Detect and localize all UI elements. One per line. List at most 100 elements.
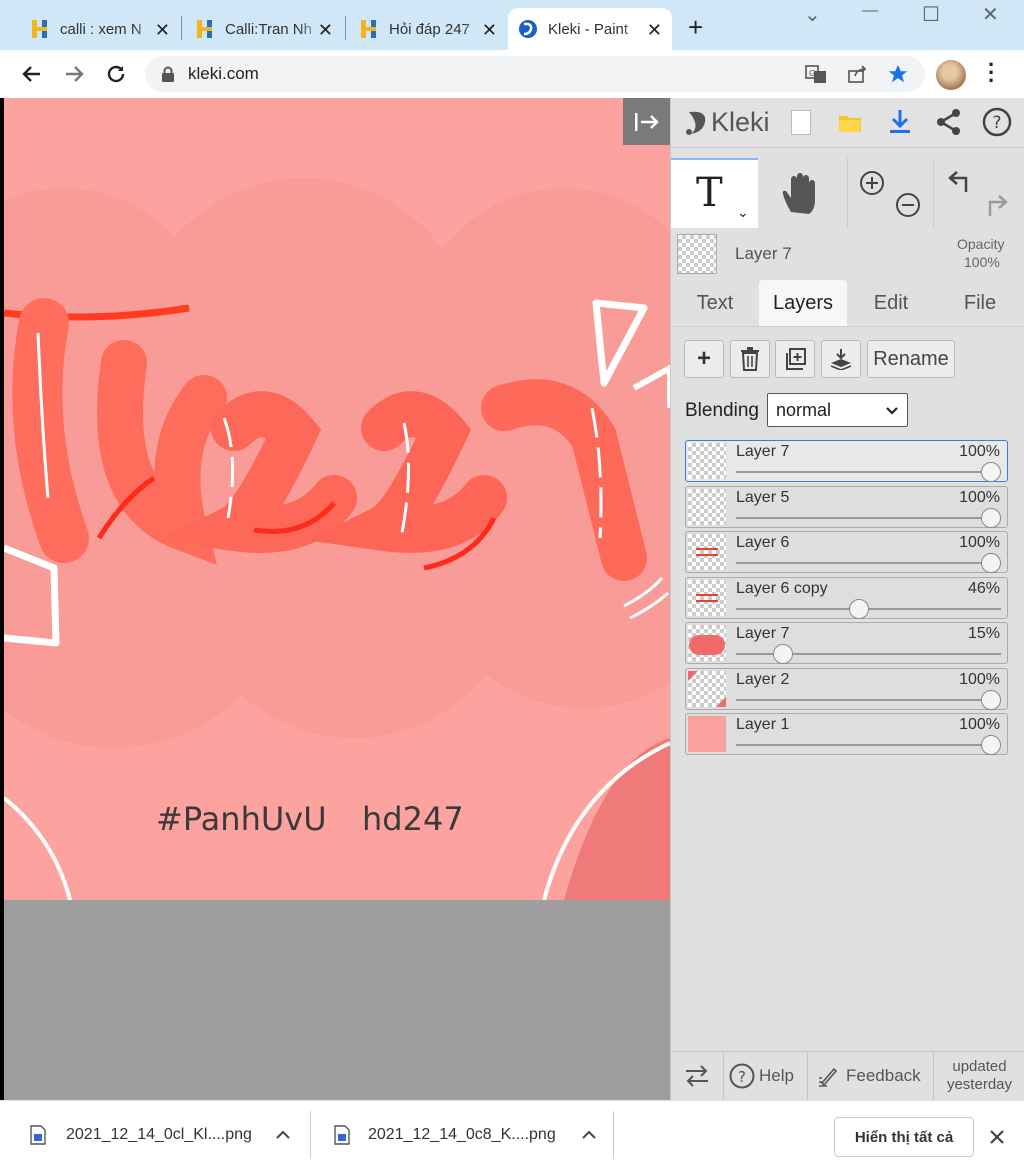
layer-opacity-value: 100%	[959, 443, 1000, 460]
feedback-label: Feedback	[846, 1066, 921, 1085]
layer-row[interactable]: Layer 1 100%	[685, 713, 1008, 755]
browser-tab[interactable]: calli : xem N ✕	[20, 8, 180, 50]
swap-side-button[interactable]	[671, 1052, 723, 1100]
download-item[interactable]: 2021_12_14_0cl_Kl....png	[30, 1101, 300, 1168]
chevron-down-icon[interactable]: ⌄	[737, 204, 749, 221]
layer-opacity-value: 100%	[959, 716, 1000, 733]
tab-close-icon[interactable]: ✕	[155, 20, 170, 41]
layer-opacity-slider[interactable]	[736, 698, 1001, 701]
add-layer-button[interactable]: +	[684, 340, 724, 378]
tab-file[interactable]: File	[935, 280, 1024, 326]
layer-row[interactable]: Layer 7 100%	[685, 440, 1008, 482]
layer-row[interactable]: Layer 6 copy 46%	[685, 576, 1008, 619]
omnibox[interactable]: kleki.com G	[145, 56, 925, 92]
tab-title: Hỏi đáp 247	[389, 20, 470, 38]
merge-down-button[interactable]	[821, 340, 861, 378]
layer-row[interactable]: Layer 2 100%	[685, 667, 1008, 710]
url-text[interactable]: kleki.com	[188, 64, 259, 84]
layer-row[interactable]: Layer 6 100%	[685, 531, 1008, 573]
tab-edit[interactable]: Edit	[847, 280, 935, 326]
download-separator	[310, 1111, 311, 1159]
changelog-button[interactable]: updated yesterday	[933, 1052, 1024, 1100]
layer-thumbnail	[688, 534, 726, 570]
browser-tab[interactable]: Calli:Tran Nh ✕	[185, 8, 343, 50]
layer-opacity-slider-handle[interactable]	[981, 689, 1001, 710]
layer-opacity-slider-handle[interactable]	[981, 507, 1001, 528]
tab-separator	[181, 16, 182, 40]
tab-text[interactable]: Text	[671, 280, 759, 326]
layer-name: Layer 2	[736, 670, 790, 688]
hoidap-H-icon	[197, 20, 212, 38]
canvas-backdrop	[4, 900, 670, 1100]
window-close-icon[interactable]: ✕	[982, 2, 999, 27]
lock-icon[interactable]	[161, 66, 175, 82]
duplicate-icon	[786, 348, 806, 370]
new-tab-button[interactable]: +	[688, 12, 703, 43]
tab-close-icon[interactable]: ✕	[647, 20, 662, 41]
minimize-icon[interactable]: —	[862, 2, 878, 20]
download-shelf: 2021_12_14_0cl_Kl....png 2021_12_14_0c8_…	[0, 1100, 1024, 1168]
translate-icon[interactable]: G	[805, 64, 827, 84]
layer-opacity-slider-handle[interactable]	[981, 553, 1001, 573]
redo-icon[interactable]	[981, 192, 1009, 220]
new-image-icon[interactable]	[791, 110, 811, 135]
maximize-icon[interactable]: ☐	[922, 2, 940, 27]
tab-search-icon[interactable]: ⌄	[804, 2, 821, 27]
show-all-downloads-button[interactable]: Hiển thị tất cả	[834, 1117, 974, 1157]
share-icon[interactable]	[935, 108, 963, 136]
feedback-button[interactable]: Feedback	[807, 1052, 933, 1100]
tab-close-icon[interactable]: ✕	[482, 20, 497, 41]
drawing-canvas[interactable]: #PanhUvU hd247	[4, 98, 670, 900]
layer-row[interactable]: Layer 7 15%	[685, 622, 1008, 664]
footer-divider	[671, 1051, 1024, 1052]
layer-row[interactable]: Layer 5 100%	[685, 485, 1008, 528]
download-icon[interactable]	[887, 108, 913, 136]
undo-icon[interactable]	[947, 168, 975, 196]
blending-select[interactable]: normal	[767, 393, 908, 427]
bookmark-star-icon[interactable]	[887, 63, 909, 85]
layer-opacity-slider[interactable]	[736, 744, 1001, 746]
browser-menu-icon[interactable]: · · ·	[988, 54, 995, 92]
chevron-up-icon[interactable]	[276, 1130, 290, 1140]
browser-tab[interactable]: Hỏi đáp 247 ✕	[349, 8, 507, 50]
layer-opacity-slider-handle[interactable]	[981, 735, 1001, 755]
share-page-icon[interactable]	[847, 64, 869, 84]
layer-name: Layer 5	[736, 488, 790, 506]
blending-label: Blending	[685, 400, 759, 421]
duplicate-layer-button[interactable]	[775, 340, 815, 378]
layer-name: Layer 7	[736, 625, 790, 642]
layer-opacity-slider-handle[interactable]	[772, 644, 793, 664]
profile-avatar[interactable]	[936, 60, 966, 90]
text-tool-button[interactable]: T ⌄	[671, 158, 758, 228]
layer-opacity-slider-handle[interactable]	[981, 462, 1001, 482]
kleki-logo: Kleki	[711, 107, 770, 137]
tab-close-icon[interactable]: ✕	[318, 20, 333, 41]
layer-name: Layer 1	[736, 716, 790, 733]
layer-opacity-slider-handle[interactable]	[848, 598, 869, 619]
forward-arrow-icon[interactable]	[62, 62, 86, 86]
layer-opacity-slider[interactable]	[736, 562, 1001, 564]
tab-separator	[345, 16, 346, 40]
back-arrow-icon[interactable]	[20, 62, 44, 86]
trash-icon	[741, 347, 759, 371]
layer-opacity-slider[interactable]	[736, 516, 1001, 519]
browser-tab-active[interactable]: Kleki - Paint ✕	[508, 8, 672, 50]
merge-down-icon	[830, 349, 852, 370]
help-button[interactable]: ? Help	[723, 1052, 807, 1100]
rename-layer-button[interactable]: Rename	[867, 340, 955, 378]
tab-layers[interactable]: Layers	[759, 280, 847, 326]
zoom-in-icon[interactable]	[859, 170, 885, 196]
blending-value: normal	[776, 400, 832, 420]
close-download-bar-icon[interactable]	[990, 1130, 1004, 1144]
help-icon[interactable]: ?	[982, 107, 1012, 137]
collapse-panel-icon[interactable]	[623, 98, 670, 145]
download-item[interactable]: 2021_12_14_0c8_K....png	[334, 1101, 604, 1168]
open-folder-icon[interactable]	[837, 110, 863, 134]
zoom-out-icon[interactable]	[895, 192, 921, 218]
delete-layer-button[interactable]	[730, 340, 770, 378]
layer-opacity-slider[interactable]	[736, 471, 1001, 473]
layer-thumbnail	[688, 579, 726, 616]
chevron-up-icon[interactable]	[582, 1130, 596, 1140]
reload-icon[interactable]	[104, 62, 128, 86]
hand-tool-icon[interactable]	[779, 172, 823, 218]
